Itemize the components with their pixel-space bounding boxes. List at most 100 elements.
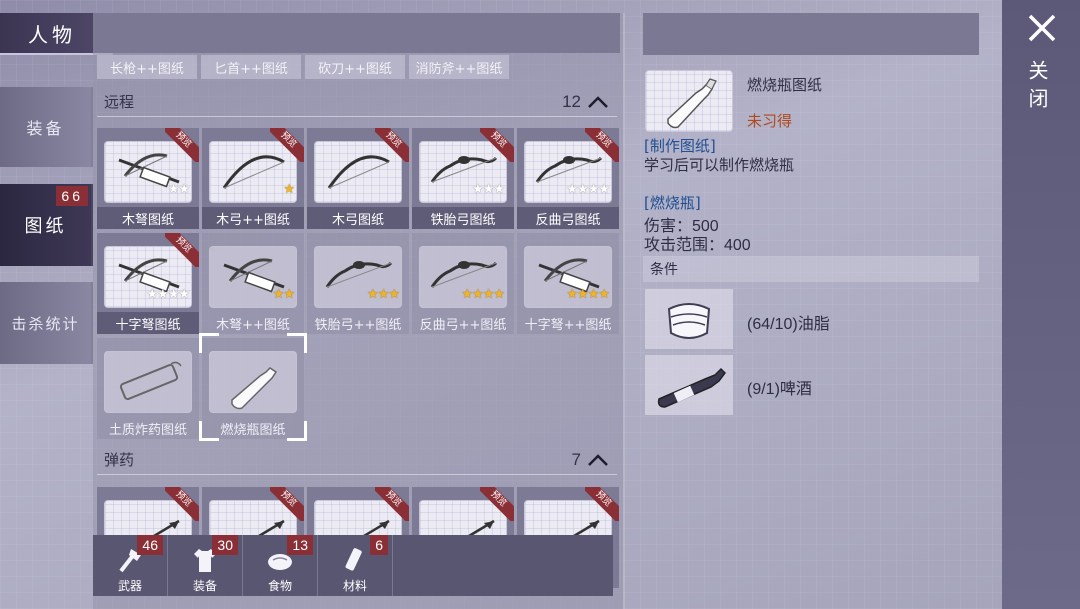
rarity-stars: ★★ <box>273 287 295 302</box>
blueprint-card[interactable]: 燃烧瓶图纸 <box>202 338 304 439</box>
ribbon-label: 预览 <box>165 128 199 162</box>
ribbon-label: 预览 <box>270 128 304 162</box>
star-icon: ★ <box>377 287 390 302</box>
card-label: 木弩图纸 <box>97 207 199 229</box>
preview-ribbon: 预览 <box>480 128 514 162</box>
category-equipment[interactable]: 30 装备 <box>168 535 243 596</box>
star-icon: ★ <box>577 287 589 302</box>
card-label: 土质炸药图纸 <box>108 422 187 438</box>
bottle-blueprint-thumbnail <box>645 70 733 132</box>
detail-header-bar <box>643 13 979 55</box>
star-icon: ★ <box>283 287 295 302</box>
learn-status: 未习得 <box>747 112 793 130</box>
close-icon[interactable] <box>1026 12 1058 44</box>
sidebar-item-label: 图纸 <box>24 216 67 237</box>
count-badge: 66 <box>56 186 88 206</box>
card-label[interactable]: 消防斧++图纸 <box>409 55 509 79</box>
ribbon-label: 预览 <box>480 487 514 521</box>
ribbon-label: 预览 <box>375 128 409 162</box>
star-icon: ★ <box>146 287 158 302</box>
section-title: [制作图纸] <box>644 137 716 155</box>
star-icon: ★ <box>157 287 169 302</box>
star-icon: ★ <box>388 287 400 302</box>
star-icon: ★ <box>587 182 600 197</box>
card-label: 反曲弓++图纸 <box>419 317 507 333</box>
grease-icon <box>667 303 711 339</box>
count-badge: 30 <box>212 535 238 555</box>
sidebar-item-label: 装备 <box>26 119 65 138</box>
count-badge: 13 <box>287 535 313 555</box>
list-header-bar <box>93 13 620 53</box>
blueprint-card[interactable]: ★★ 木弩++图纸 <box>202 233 304 334</box>
card-label: 木弓图纸 <box>307 207 409 229</box>
item-name: 燃烧瓶图纸 <box>747 76 823 94</box>
card-label: 反曲弓图纸 <box>517 207 619 229</box>
blueprint-art <box>104 351 192 413</box>
conditions-title: 条件 <box>650 262 678 278</box>
blueprint-card[interactable]: ★★★★ 预览 反曲弓图纸 <box>517 128 619 229</box>
blueprint-card[interactable]: ★★★★ 十字弩++图纸 <box>517 233 619 334</box>
ribbon-label: 预览 <box>585 487 619 521</box>
close-strip[interactable]: 关闭 <box>1002 0 1080 609</box>
preview-ribbon: 预览 <box>165 487 199 521</box>
star-icon: ★ <box>167 287 180 302</box>
category-weapons[interactable]: 46 武器 <box>93 535 168 596</box>
star-icon: ★ <box>482 287 495 302</box>
material-requirement: (9/1)啤酒 <box>747 381 812 398</box>
ribbon-label: 预览 <box>270 487 304 521</box>
sidebar-item-blueprints[interactable]: 图纸 66 <box>0 184 93 266</box>
material-requirement: (64/10)油脂 <box>747 316 830 333</box>
star-icon: ★ <box>283 182 295 197</box>
star-icon: ★ <box>598 287 610 302</box>
ribbon-label: 预览 <box>480 128 514 162</box>
chevron-up-icon[interactable] <box>587 95 609 109</box>
sidebar-item-kill-stats[interactable]: 击杀统计 <box>0 282 93 364</box>
material-icon <box>345 548 362 571</box>
category-materials[interactable]: 6 材料 <box>318 535 393 596</box>
blueprint-card[interactable]: ★★★ 铁胎弓++图纸 <box>307 233 409 334</box>
ribbon-label: 预览 <box>375 487 409 521</box>
star-icon: ★ <box>493 287 505 302</box>
card-label: 十字弩++图纸 <box>524 317 612 333</box>
card-label[interactable]: 砍刀++图纸 <box>305 55 405 79</box>
material-slot[interactable] <box>645 355 733 415</box>
star-icon: ★ <box>493 182 505 197</box>
star-icon: ★ <box>566 182 578 197</box>
rarity-stars: ★★ <box>168 182 190 197</box>
star-icon: ★ <box>598 182 610 197</box>
blueprint-list-panel[interactable]: 长枪++图纸 匕首++图纸 砍刀++图纸 消防斧++图纸 远程 12 ★★ 预览木… <box>93 13 625 609</box>
section-title: 弹药 <box>104 451 135 469</box>
blueprint-card[interactable]: ★★★★ 反曲弓++图纸 <box>412 233 514 334</box>
preview-ribbon: 预览 <box>375 128 409 162</box>
section-description: 学习后可以制作燃烧瓶 <box>644 156 795 174</box>
material-slot[interactable] <box>645 289 733 349</box>
blueprint-card[interactable]: ★ 预览 木弓++图纸 <box>202 128 304 229</box>
star-icon: ★ <box>472 182 484 197</box>
section-ranged-header[interactable]: 远程 12 <box>97 87 617 117</box>
sidebar-item-equipment[interactable]: 装备 <box>0 87 93 167</box>
blueprint-card[interactable]: 预览木弓图纸 <box>307 128 409 229</box>
card-label: 铁胎弓++图纸 <box>314 317 402 333</box>
section-title: [燃烧瓶] <box>644 194 701 212</box>
blueprint-card[interactable]: ★★ 预览木弩图纸 <box>97 128 199 229</box>
blueprint-card[interactable]: 土质炸药图纸 <box>97 338 199 439</box>
blueprint-card[interactable]: ★★★ 预览 铁胎弓图纸 <box>412 128 514 229</box>
preview-ribbon: 预览 <box>585 487 619 521</box>
chevron-up-icon[interactable] <box>587 453 609 467</box>
category-label: 装备 <box>192 579 217 593</box>
card-label[interactable]: 匕首++图纸 <box>201 55 301 79</box>
section-ammo-header[interactable]: 弹药 7 <box>97 445 617 475</box>
card-label: 十字弩图纸 <box>97 312 199 334</box>
ribbon-label: 预览 <box>165 233 199 267</box>
close-label[interactable]: 关闭 <box>1025 60 1052 116</box>
category-label: 材料 <box>342 579 367 593</box>
star-icon: ★ <box>577 182 589 197</box>
rarity-stars: ★ <box>283 182 295 197</box>
category-food[interactable]: 13 食物 <box>243 535 318 596</box>
category-bar: 46 武器 30 装备 13 食物 6 材料 <box>93 535 613 596</box>
range-stat: 攻击范围：400 <box>644 237 751 254</box>
blueprint-card[interactable]: ★★★★ 预览 十字弩图纸 <box>97 233 199 334</box>
star-icon: ★ <box>472 287 484 302</box>
card-label[interactable]: 长枪++图纸 <box>97 55 197 79</box>
preview-ribbon: 预览 <box>270 128 304 162</box>
